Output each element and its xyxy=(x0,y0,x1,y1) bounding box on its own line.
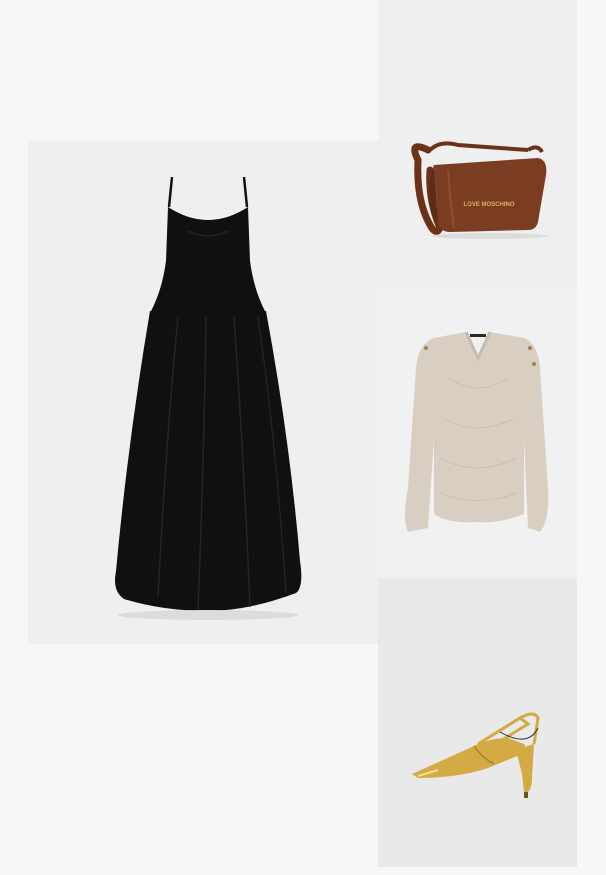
outfit-collage: LOVE MOSCHINO xyxy=(0,0,606,875)
product-tile-sweater[interactable] xyxy=(378,288,577,578)
gold-slingback-pump-image xyxy=(378,578,577,867)
product-tile-bag[interactable]: LOVE MOSCHINO xyxy=(378,0,577,288)
product-tile-heels[interactable] xyxy=(378,578,577,867)
beige-knit-sweater-image xyxy=(378,288,577,578)
product-tile-dress[interactable] xyxy=(28,141,378,644)
bag-logo: LOVE MOSCHINO xyxy=(463,202,514,208)
black-maxi-dress-image xyxy=(28,141,378,644)
brown-shoulder-bag-image: LOVE MOSCHINO xyxy=(378,0,577,288)
